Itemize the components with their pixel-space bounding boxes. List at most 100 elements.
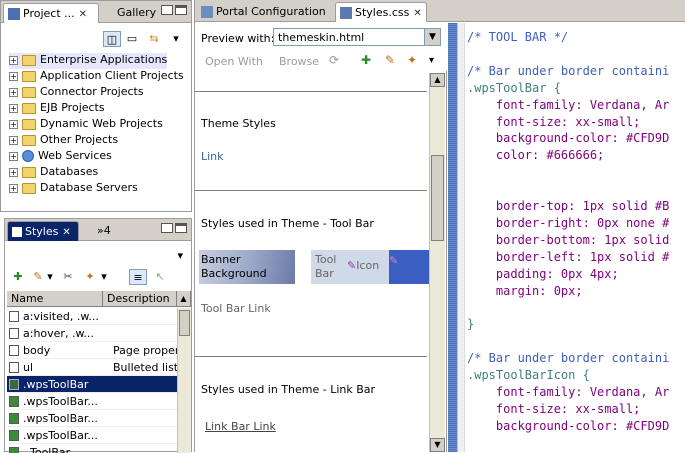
styles-table-scrollbar[interactable] [177, 308, 191, 453]
folder-icon [22, 70, 36, 82]
expand-icon[interactable]: + [9, 183, 18, 193]
style-rule-icon [9, 345, 19, 356]
expand-icon[interactable]: + [9, 151, 18, 161]
project-explorer-view: Project ... ✕ Gallery ◫ ▭ ⇆ ▾ + Enterprise… [0, 0, 192, 212]
close-icon[interactable]: ✕ [62, 227, 70, 238]
linkbar-link-sample[interactable]: Link Bar Link [205, 420, 276, 433]
table-row[interactable]: ul Bulleted list [7, 359, 179, 376]
table-row[interactable]: .wpsToolBar... [7, 393, 179, 410]
source-view-icon[interactable]: ≡ [129, 269, 147, 285]
table-row[interactable]: .wpsToolBar... [7, 410, 179, 427]
dropdown-arrow-icon[interactable]: ▼ [424, 29, 440, 45]
style-wizard-icon[interactable]: ✦ [81, 269, 99, 285]
toolbar-link-sample[interactable]: Tool Bar Link [201, 302, 271, 315]
database-server-icon [22, 182, 36, 194]
style-rule-icon [9, 413, 19, 424]
tab-overflow[interactable]: »4 [93, 221, 119, 241]
column-header-name[interactable]: Name [7, 291, 103, 307]
tab-portal-configuration[interactable]: Portal Configuration [197, 2, 327, 22]
edit-style-icon[interactable]: ✎ [385, 53, 395, 67]
expand-icon[interactable]: + [9, 87, 18, 97]
minimize-button[interactable] [161, 223, 173, 233]
tab-project-explorer[interactable]: Project ... ✕ [3, 3, 99, 23]
tree-item-other-projects[interactable]: + Other Projects [9, 133, 118, 149]
open-with-button[interactable]: Open With [205, 55, 263, 68]
toolbar-icon-sample: ✎Icon [345, 250, 389, 284]
style-rule-icon [9, 328, 19, 339]
expand-icon[interactable]: + [9, 167, 18, 177]
link-editor-icon[interactable]: ▭ [123, 31, 141, 47]
banner-background-sample: Banner Background [199, 250, 295, 284]
add-style-icon[interactable]: ✚ [9, 269, 27, 285]
scroll-up-button[interactable]: ▲ [430, 73, 445, 87]
scroll-thumb[interactable] [179, 310, 190, 336]
sync-icon[interactable]: ⇆ [145, 31, 163, 47]
project-toolbar: ◫ ▭ ⇆ ▾ [97, 29, 187, 49]
styles-table: Name Description ▲ a:visited, .w... a:ho… [7, 291, 191, 453]
toolbar-heading: Styles used in Theme - Tool Bar [201, 217, 374, 230]
preview-file-select[interactable]: themeskin.html ▼ [273, 28, 441, 46]
add-style-icon[interactable]: ✚ [361, 53, 371, 67]
project-explorer-tabbar: Project ... ✕ Gallery [1, 1, 191, 23]
maximize-button[interactable] [175, 223, 187, 233]
tree-item-connector-projects[interactable]: + Connector Projects [9, 85, 144, 101]
pointer-icon[interactable]: ↖ [151, 269, 169, 285]
close-icon[interactable]: ✕ [413, 8, 421, 19]
database-icon [22, 166, 36, 178]
style-rule-icon [9, 447, 19, 453]
table-row[interactable]: bodyPage properti [7, 342, 179, 359]
style-rule-icon [9, 379, 19, 390]
expand-icon[interactable]: + [9, 103, 18, 113]
divider [195, 356, 427, 357]
folder-icon [22, 86, 36, 98]
table-row[interactable]: a:visited, .w... [7, 308, 179, 325]
tree-item-application-client-projects[interactable]: + Application Client Projects [9, 69, 184, 85]
tab-styles-css[interactable]: Styles.css ✕ [335, 2, 427, 22]
table-row[interactable]: .wpsToolBar... [7, 427, 179, 444]
browse-button[interactable]: Browse [279, 55, 319, 68]
table-row[interactable]: a:hover, .w... [7, 325, 179, 342]
divider [195, 91, 427, 92]
styles-toolbar: ✚ ✎ ▾ ✂ ✦ ▾ ≡ ↖ [9, 267, 187, 289]
linkbar-heading: Styles used in Theme - Link Bar [201, 383, 376, 396]
tree-item-enterprise-applications[interactable]: + Enterprise Applications [9, 53, 168, 69]
dropdown-icon[interactable]: ▾ [429, 55, 434, 66]
sample-link[interactable]: Link [201, 150, 224, 163]
enterprise-folder-icon [22, 54, 36, 66]
refresh-icon[interactable]: ⟳ [329, 53, 339, 67]
column-header-description[interactable]: Description [103, 291, 177, 307]
collapse-all-icon[interactable]: ◫ [103, 31, 121, 47]
tree-item-dynamic-web-projects[interactable]: + Dynamic Web Projects [9, 117, 163, 133]
editor-tabbar: Portal Configuration Styles.css ✕ [195, 0, 685, 22]
dropdown-icon[interactable]: ▾ [45, 269, 55, 285]
tab-gallery[interactable]: Gallery [113, 3, 161, 23]
scroll-down-button[interactable]: ▼ [430, 438, 445, 452]
scroll-thumb[interactable] [431, 155, 444, 241]
table-row-selected[interactable]: .wpsToolBar [7, 376, 179, 393]
tree-item-ejb-projects[interactable]: + EJB Projects [9, 101, 105, 117]
preview-scrollbar[interactable]: ▲ ▼ [429, 73, 445, 452]
tab-styles[interactable]: Styles ✕ [7, 221, 79, 241]
tree-item-database-servers[interactable]: + Database Servers [9, 181, 138, 197]
tree-item-databases[interactable]: + Databases [9, 165, 98, 181]
css-source-editor[interactable] [457, 23, 685, 452]
style-rule-icon [9, 430, 19, 441]
icon-glyph: ✎ [347, 259, 357, 272]
expand-icon[interactable]: + [9, 135, 18, 145]
view-menu-icon[interactable]: ▾ [177, 249, 183, 262]
styles-tabbar: Styles ✕ »4 [5, 219, 191, 241]
tree-item-web-services[interactable]: + Web Services [9, 149, 112, 165]
minimize-button[interactable] [161, 5, 173, 15]
view-menu-icon[interactable]: ▾ [167, 31, 185, 47]
expand-icon[interactable]: + [9, 119, 18, 129]
expand-icon[interactable]: + [9, 71, 18, 81]
icon-glyph: ✎ [389, 254, 399, 267]
close-icon[interactable]: ✕ [79, 9, 87, 20]
dropdown-icon[interactable]: ▾ [99, 269, 109, 285]
maximize-button[interactable] [175, 5, 187, 15]
style-wizard-icon[interactable]: ✦ [407, 53, 417, 67]
header-scroll-up[interactable]: ▲ [177, 291, 191, 307]
expand-icon[interactable]: + [9, 55, 18, 65]
remove-style-icon[interactable]: ✂ [59, 269, 77, 285]
preview-header: Preview with: themeskin.html ▼ Open With… [195, 23, 447, 71]
